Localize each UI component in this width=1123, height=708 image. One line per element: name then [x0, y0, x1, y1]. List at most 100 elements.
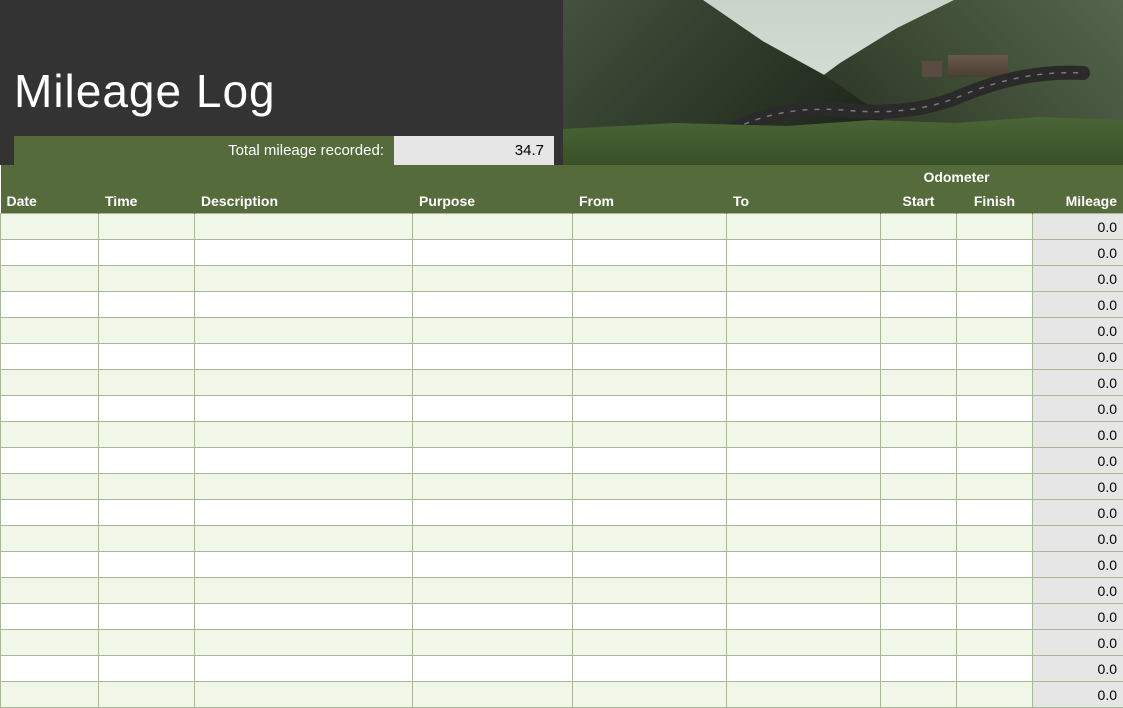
- cell-start[interactable]: [881, 682, 957, 708]
- cell-purpose[interactable]: [413, 682, 573, 708]
- cell-to[interactable]: [727, 240, 881, 266]
- cell-time[interactable]: [99, 500, 195, 526]
- cell-time[interactable]: [99, 266, 195, 292]
- cell-date[interactable]: [1, 526, 99, 552]
- cell-date[interactable]: [1, 578, 99, 604]
- cell-finish[interactable]: [957, 318, 1033, 344]
- cell-date[interactable]: [1, 448, 99, 474]
- cell-to[interactable]: [727, 578, 881, 604]
- cell-from[interactable]: [573, 500, 727, 526]
- cell-start[interactable]: [881, 500, 957, 526]
- cell-start[interactable]: [881, 318, 957, 344]
- cell-start[interactable]: [881, 396, 957, 422]
- cell-description[interactable]: [195, 292, 413, 318]
- cell-purpose[interactable]: [413, 240, 573, 266]
- cell-description[interactable]: [195, 552, 413, 578]
- cell-time[interactable]: [99, 318, 195, 344]
- cell-from[interactable]: [573, 422, 727, 448]
- cell-to[interactable]: [727, 214, 881, 240]
- cell-from[interactable]: [573, 370, 727, 396]
- cell-to[interactable]: [727, 474, 881, 500]
- cell-time[interactable]: [99, 552, 195, 578]
- cell-finish[interactable]: [957, 214, 1033, 240]
- cell-date[interactable]: [1, 500, 99, 526]
- cell-start[interactable]: [881, 292, 957, 318]
- cell-from[interactable]: [573, 396, 727, 422]
- cell-start[interactable]: [881, 422, 957, 448]
- cell-to[interactable]: [727, 526, 881, 552]
- cell-to[interactable]: [727, 448, 881, 474]
- cell-from[interactable]: [573, 552, 727, 578]
- cell-from[interactable]: [573, 578, 727, 604]
- cell-to[interactable]: [727, 604, 881, 630]
- cell-finish[interactable]: [957, 526, 1033, 552]
- cell-date[interactable]: [1, 474, 99, 500]
- cell-time[interactable]: [99, 526, 195, 552]
- cell-finish[interactable]: [957, 370, 1033, 396]
- cell-date[interactable]: [1, 630, 99, 656]
- cell-finish[interactable]: [957, 682, 1033, 708]
- cell-from[interactable]: [573, 682, 727, 708]
- cell-to[interactable]: [727, 682, 881, 708]
- cell-description[interactable]: [195, 422, 413, 448]
- cell-description[interactable]: [195, 370, 413, 396]
- cell-to[interactable]: [727, 630, 881, 656]
- cell-purpose[interactable]: [413, 448, 573, 474]
- cell-date[interactable]: [1, 656, 99, 682]
- cell-date[interactable]: [1, 422, 99, 448]
- cell-to[interactable]: [727, 552, 881, 578]
- cell-description[interactable]: [195, 214, 413, 240]
- cell-purpose[interactable]: [413, 500, 573, 526]
- cell-date[interactable]: [1, 292, 99, 318]
- cell-start[interactable]: [881, 240, 957, 266]
- cell-from[interactable]: [573, 604, 727, 630]
- cell-to[interactable]: [727, 396, 881, 422]
- cell-purpose[interactable]: [413, 370, 573, 396]
- cell-start[interactable]: [881, 526, 957, 552]
- cell-purpose[interactable]: [413, 526, 573, 552]
- cell-purpose[interactable]: [413, 630, 573, 656]
- cell-finish[interactable]: [957, 448, 1033, 474]
- cell-purpose[interactable]: [413, 318, 573, 344]
- cell-start[interactable]: [881, 630, 957, 656]
- cell-description[interactable]: [195, 578, 413, 604]
- cell-purpose[interactable]: [413, 214, 573, 240]
- cell-date[interactable]: [1, 318, 99, 344]
- cell-description[interactable]: [195, 474, 413, 500]
- cell-start[interactable]: [881, 604, 957, 630]
- cell-time[interactable]: [99, 370, 195, 396]
- cell-date[interactable]: [1, 682, 99, 708]
- cell-purpose[interactable]: [413, 396, 573, 422]
- cell-to[interactable]: [727, 370, 881, 396]
- cell-finish[interactable]: [957, 292, 1033, 318]
- cell-finish[interactable]: [957, 266, 1033, 292]
- cell-purpose[interactable]: [413, 552, 573, 578]
- cell-finish[interactable]: [957, 578, 1033, 604]
- cell-finish[interactable]: [957, 604, 1033, 630]
- cell-description[interactable]: [195, 526, 413, 552]
- cell-finish[interactable]: [957, 396, 1033, 422]
- cell-time[interactable]: [99, 448, 195, 474]
- cell-from[interactable]: [573, 344, 727, 370]
- cell-from[interactable]: [573, 240, 727, 266]
- cell-to[interactable]: [727, 500, 881, 526]
- cell-date[interactable]: [1, 344, 99, 370]
- cell-to[interactable]: [727, 318, 881, 344]
- cell-description[interactable]: [195, 500, 413, 526]
- cell-finish[interactable]: [957, 344, 1033, 370]
- cell-time[interactable]: [99, 214, 195, 240]
- cell-time[interactable]: [99, 604, 195, 630]
- cell-date[interactable]: [1, 370, 99, 396]
- cell-from[interactable]: [573, 526, 727, 552]
- cell-purpose[interactable]: [413, 656, 573, 682]
- cell-from[interactable]: [573, 474, 727, 500]
- cell-finish[interactable]: [957, 656, 1033, 682]
- cell-purpose[interactable]: [413, 292, 573, 318]
- cell-description[interactable]: [195, 396, 413, 422]
- cell-finish[interactable]: [957, 630, 1033, 656]
- cell-from[interactable]: [573, 630, 727, 656]
- cell-finish[interactable]: [957, 240, 1033, 266]
- cell-start[interactable]: [881, 474, 957, 500]
- cell-purpose[interactable]: [413, 604, 573, 630]
- cell-finish[interactable]: [957, 500, 1033, 526]
